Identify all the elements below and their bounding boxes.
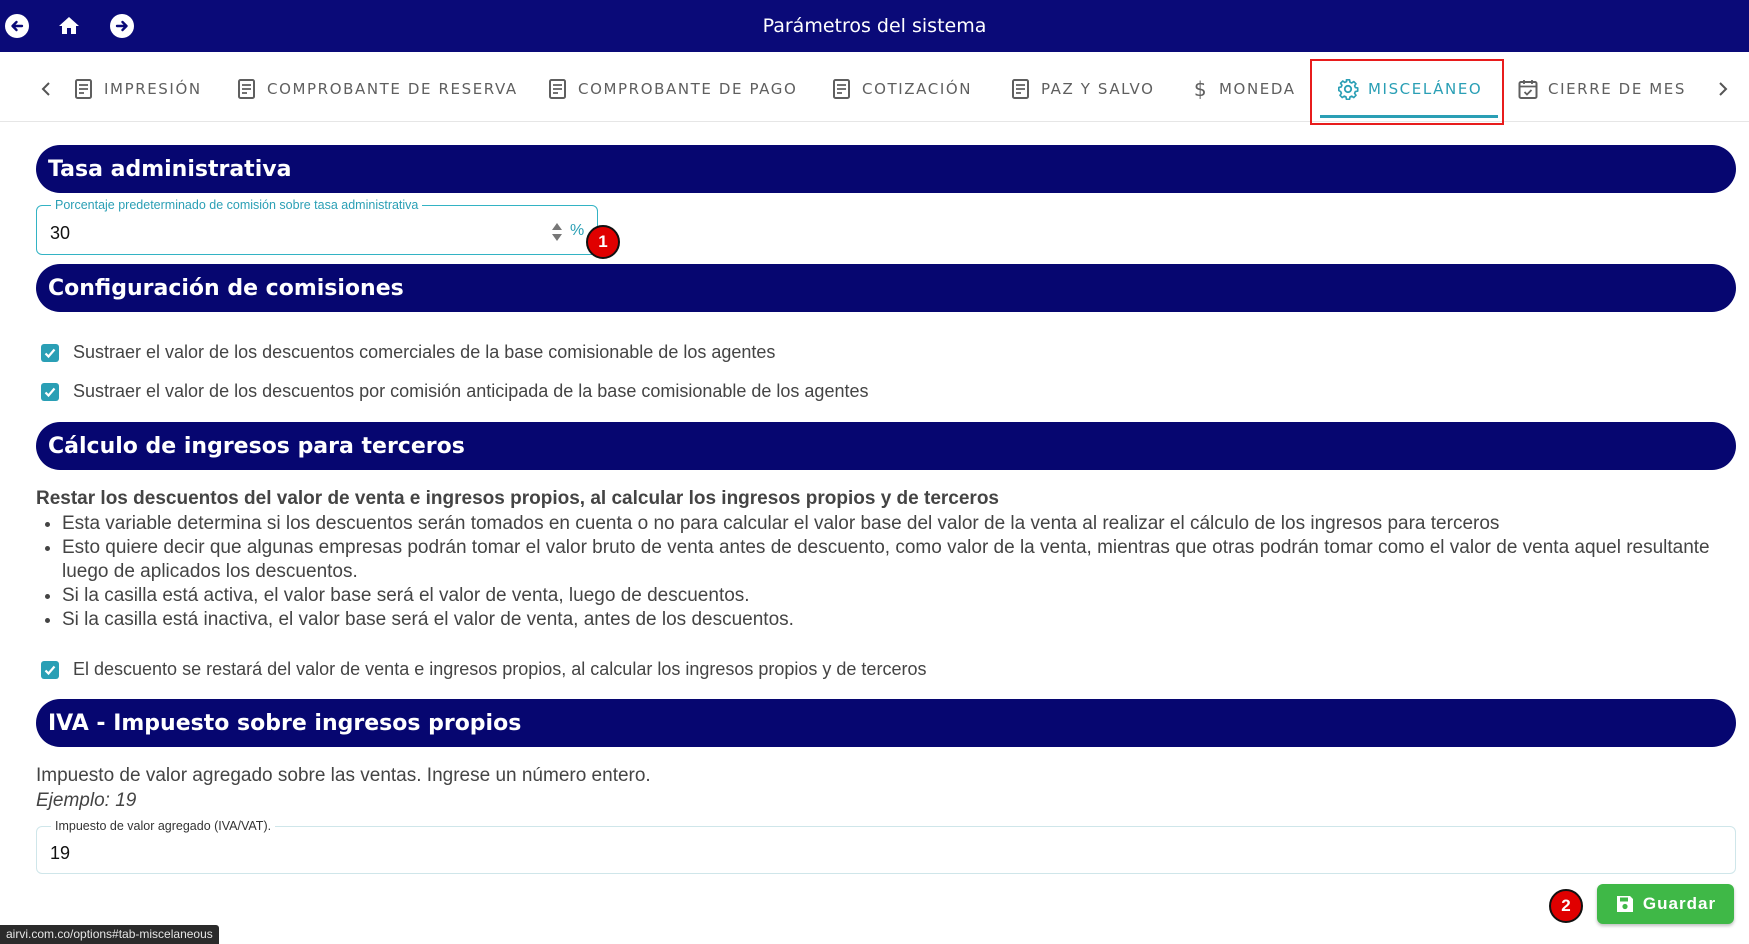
checkbox-label: Sustraer el valor de los descuentos come… [73,342,776,362]
tab-label: MONEDA [1219,80,1296,98]
checkbox-row: Sustraer el valor de los descuentos come… [41,342,775,363]
tabs-scroll-left[interactable] [34,76,58,102]
vat-field[interactable]: Impuesto de valor agregado (IVA/VAT). 19 [36,819,1736,874]
document-icon [238,79,255,99]
checkbox-label: Sustraer el valor de los descuentos por … [73,381,869,401]
document-icon [75,79,92,99]
section-header-comisiones: Configuración de comisiones [36,264,1736,312]
tab-cierre-de-mes[interactable]: CIERRE DE MES [1517,68,1686,110]
list-item: Esto quiere decir que algunas empresas p… [62,536,1712,584]
tab-paz-y-salvo[interactable]: PAZ Y SALVO [1010,68,1155,110]
terceros-bullet-list: Esta variable determina si los descuento… [62,512,1712,632]
list-item: Esta variable determina si los descuento… [62,512,1712,536]
field-value: 19 [50,843,71,863]
check-icon [44,387,56,397]
tab-comprobante-reserva[interactable]: COMPROBANTE DE RESERVA [236,68,518,110]
tab-label: PAZ Y SALVO [1041,80,1155,98]
list-item: Si la casilla está inactiva, el valor ba… [62,608,1712,632]
field-value: 30 [50,223,71,243]
iva-example: Ejemplo: 19 [36,790,137,811]
checkbox-row: Sustraer el valor de los descuentos por … [41,381,868,402]
chevron-right-icon [1719,82,1728,96]
save-label: Guardar [1642,894,1717,913]
number-stepper-icon[interactable] [551,222,563,242]
tab-moneda[interactable]: $ MONEDA [1192,68,1296,110]
checkbox-anticipated-commission[interactable] [41,382,59,401]
checkbox-label: El descuento se restará del valor de ven… [73,659,927,679]
check-icon [44,348,56,358]
page-title: Parámetros del sistema [762,15,987,37]
section-header-iva: IVA - Impuesto sobre ingresos propios [36,699,1736,747]
tab-impresion[interactable]: IMPRESIÓN [73,68,202,110]
tab-cotizacion[interactable]: COTIZACIÓN [831,68,972,110]
status-bar-url: airvi.com.co/options#tab-miscelaneous [0,925,219,944]
tab-label: CIERRE DE MES [1548,80,1687,98]
floppy-disk-icon [1616,896,1633,912]
tab-highlight-annotation [1310,59,1504,125]
field-label: Impuesto de valor agregado (IVA/VAT). [51,819,276,833]
check-icon [44,665,56,675]
iva-description: Impuesto de valor agregado sobre las ven… [36,765,651,786]
tab-label: COMPROBANTE DE RESERVA [267,80,518,98]
document-icon [549,79,566,99]
tabs-scroll-right[interactable] [1711,76,1735,102]
section-header-tasa: Tasa administrativa [36,145,1736,193]
checkbox-row: El descuento se restará del valor de ven… [41,659,926,680]
percent-unit: % [570,222,585,239]
dollar-icon: $ [1193,77,1209,101]
document-icon [833,79,850,99]
checkbox-commercial-discounts[interactable] [41,343,59,362]
document-icon [1012,79,1029,99]
tab-label: COTIZACIÓN [862,80,973,98]
chevron-left-icon [41,82,50,96]
step-badge-2: 2 [1549,889,1583,923]
terceros-heading: Restar los descuentos del valor de venta… [36,488,999,509]
tab-comprobante-pago[interactable]: COMPROBANTE DE PAGO [547,68,797,110]
step-badge-1: 1 [586,225,620,259]
tab-label: COMPROBANTE DE PAGO [578,80,798,98]
checkbox-subtract-discount[interactable] [41,660,59,679]
tab-label: IMPRESIÓN [104,80,202,98]
save-button[interactable]: Guardar [1597,884,1734,924]
list-item: Si la casilla está activa, el valor base… [62,584,1712,608]
top-bar: Parámetros del sistema [0,0,1749,52]
field-label: Porcentaje predeterminado de comisión so… [51,198,423,212]
commission-percentage-field[interactable]: Porcentaje predeterminado de comisión so… [36,198,598,255]
calendar-icon [1518,80,1538,99]
section-header-terceros: Cálculo de ingresos para terceros [36,422,1736,470]
